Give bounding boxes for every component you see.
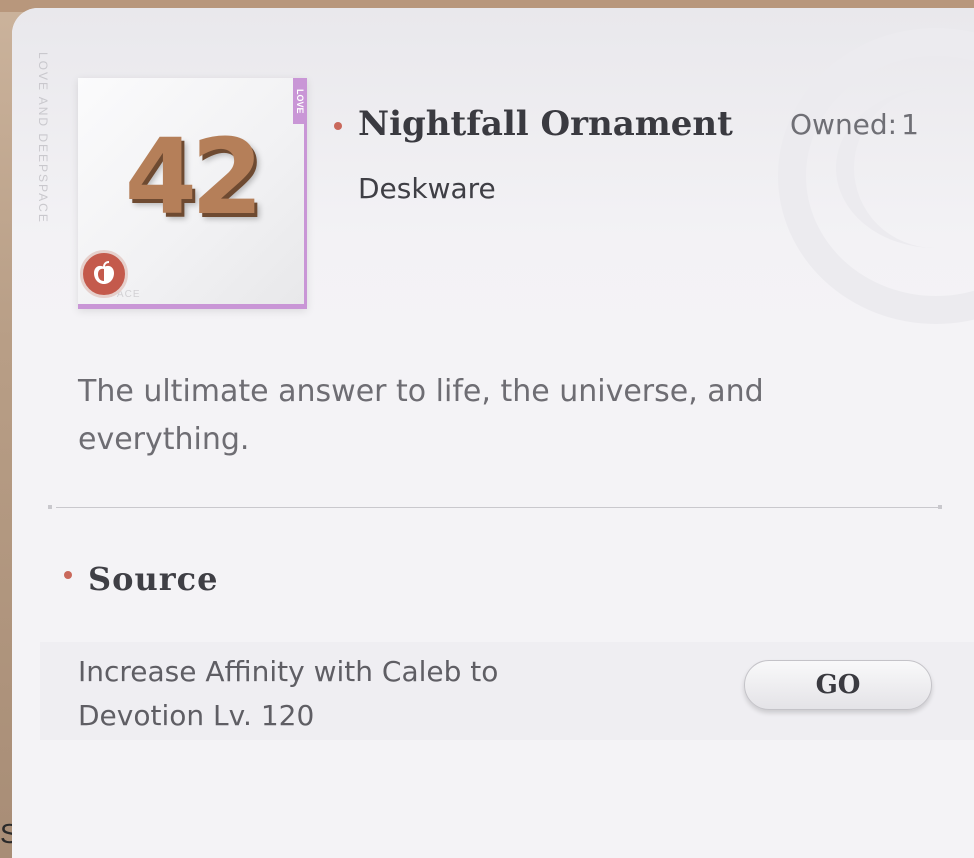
- go-button[interactable]: GO: [744, 660, 932, 710]
- divider-end-right: [938, 505, 942, 509]
- source-bullet: [64, 571, 72, 579]
- owned-label: Owned:: [790, 108, 898, 141]
- item-image-card: LOVE 42 PACE: [78, 78, 307, 309]
- item-name: Nightfall Ornament: [358, 104, 733, 144]
- owned-value: 1: [901, 108, 919, 141]
- source-entry: Increase Affinity with Caleb to Devotion…: [40, 642, 974, 740]
- divider-end-left: [48, 505, 52, 509]
- item-description: The ultimate answer to life, the univers…: [78, 374, 764, 457]
- source-heading: Source: [88, 560, 219, 598]
- vertical-brand-text: LOVE AND DEEPSPACE: [36, 52, 50, 224]
- owned-count: Owned: 1: [790, 108, 919, 141]
- affinity-apple-icon: [80, 250, 128, 298]
- item-detail-panel: LOVE AND DEEPSPACE LOVE 42 PACE Nightfal…: [12, 8, 974, 858]
- section-divider: [56, 507, 940, 508]
- item-image-number: 42: [124, 116, 264, 238]
- name-bullet: [334, 122, 342, 130]
- item-category: Deskware: [358, 172, 496, 205]
- source-requirement: Increase Affinity with Caleb to Devotion…: [78, 655, 499, 732]
